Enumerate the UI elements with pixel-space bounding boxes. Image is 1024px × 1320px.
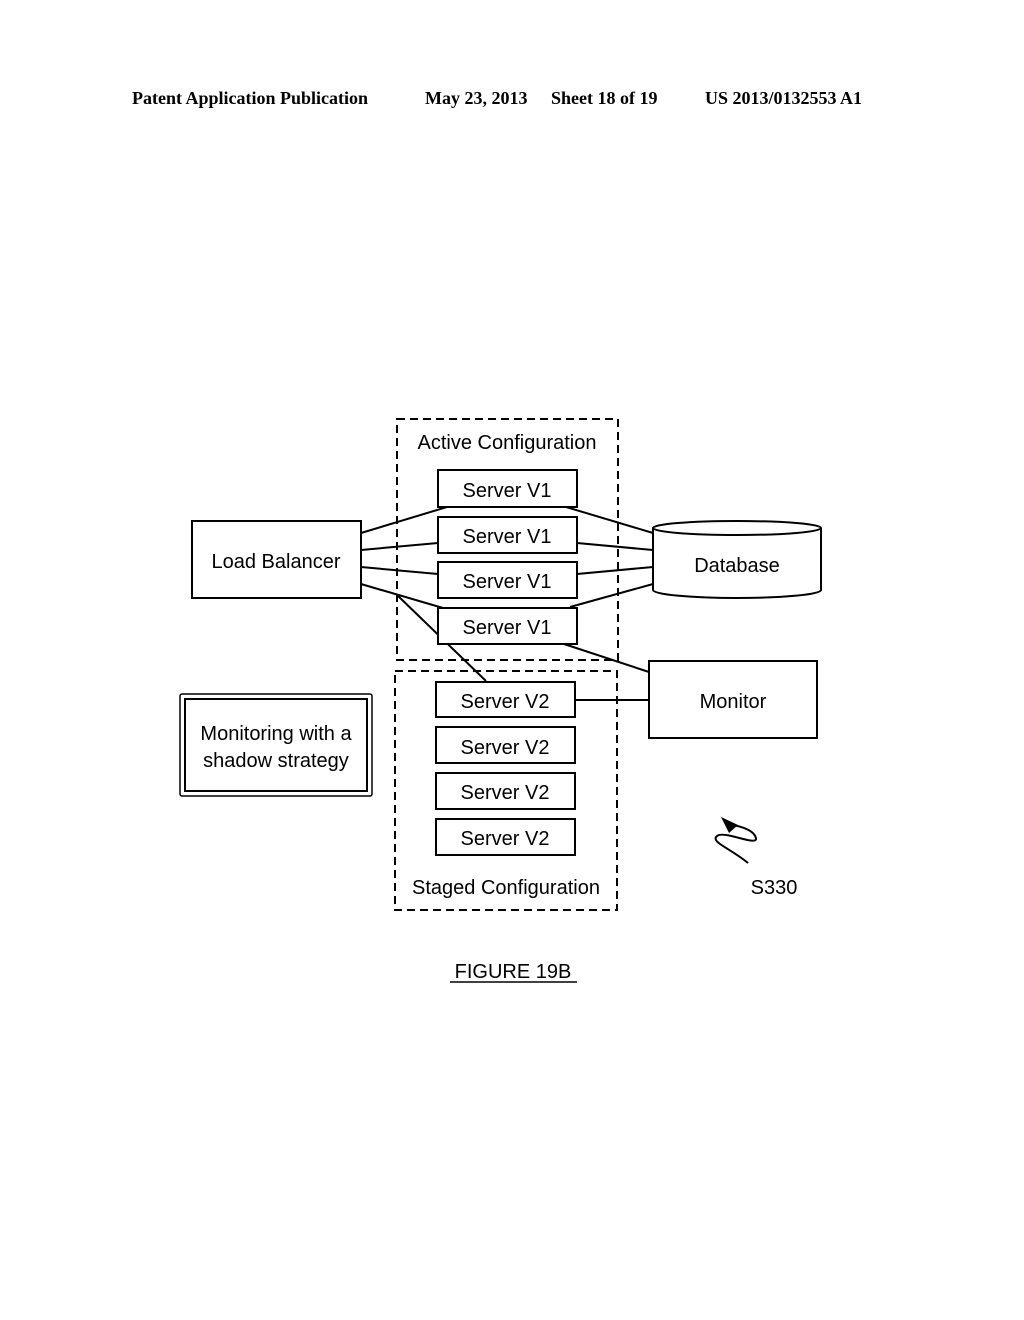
server-v1-4-to-monitor-line <box>563 643 650 673</box>
server-v1-4-to-db-line <box>569 583 654 608</box>
server-v1-1: Server V1 <box>437 469 578 508</box>
server-v1-4: Server V1 <box>437 607 578 645</box>
monitor: Monitor <box>648 660 818 739</box>
server-v1-3: Server V1 <box>437 561 578 599</box>
database-label: Database <box>694 555 780 577</box>
load-balancer-label: Load Balancer <box>212 551 341 573</box>
server-v2-label: Server V2 <box>461 828 550 850</box>
lb-to-server-v1-3-line <box>360 566 439 575</box>
strategy-label-line1: Monitoring with a <box>200 723 352 745</box>
reference-arrow-icon <box>714 817 757 864</box>
reference-label: S330 <box>751 877 798 899</box>
system-diagram: Active Configuration Staged Configuratio… <box>179 418 822 983</box>
figure-caption: FIGURE 19B <box>455 961 572 983</box>
lb-to-server-v1-1-line <box>360 506 448 534</box>
server-v1-label: Server V1 <box>463 617 552 639</box>
strategy-label-line2: shadow strategy <box>203 750 349 772</box>
server-v1-1-to-db-line <box>565 506 654 534</box>
staged-configuration-label: Staged Configuration <box>412 877 600 899</box>
active-configuration-label: Active Configuration <box>418 432 597 454</box>
server-v1-2-to-db-line <box>576 542 654 551</box>
server-v2-label: Server V2 <box>461 782 550 804</box>
server-v1-label: Server V1 <box>463 571 552 593</box>
server-v2-label: Server V2 <box>461 691 550 713</box>
server-v1-3-to-db-line <box>576 566 654 575</box>
server-v1-label: Server V1 <box>463 526 552 548</box>
monitor-label: Monitor <box>700 691 767 713</box>
server-v2-2: Server V2 <box>435 726 576 764</box>
server-v2-4: Server V2 <box>435 818 576 856</box>
server-v1-2: Server V1 <box>437 516 578 554</box>
lb-to-server-v1-2-line <box>360 542 439 551</box>
lb-to-server-v1-4-line <box>360 583 444 609</box>
load-balancer: Load Balancer <box>191 520 362 599</box>
server-v2-1: Server V2 <box>435 681 576 718</box>
server-v2-label: Server V2 <box>461 737 550 759</box>
server-v1-label: Server V1 <box>463 480 552 502</box>
database-cylinder: Database <box>652 520 822 599</box>
strategy-label-box: Monitoring with a shadow strategy <box>179 693 373 797</box>
server-v2-3: Server V2 <box>435 772 576 810</box>
